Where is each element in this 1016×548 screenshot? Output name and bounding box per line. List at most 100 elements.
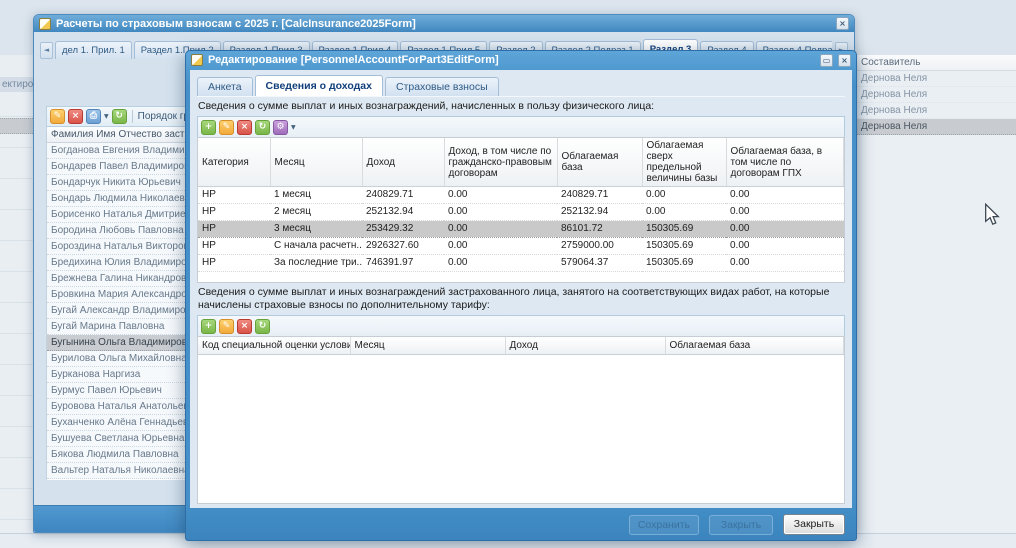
background-grid: Составитель Дернова Неля Дернова Неля Де… — [857, 55, 1016, 533]
modal-restore-icon[interactable]: ▭ — [820, 53, 833, 67]
column-header-month[interactable]: Месяц — [350, 337, 506, 355]
income-table: Категория Месяц Доход Доход, в том числе… — [198, 138, 844, 272]
income-table-row[interactable]: НР 2 месяц 252132.94 0.00 252132.94 0.00… — [198, 203, 844, 221]
edit-icon[interactable]: ✎ — [219, 318, 234, 334]
close-button[interactable]: Закрыть — [783, 514, 845, 535]
cell-income-gpc: 0.00 — [444, 254, 557, 272]
edit-form-icon — [191, 54, 203, 66]
cell-base-gpc: 0.00 — [726, 237, 844, 255]
cell-income-gpc: 0.00 — [444, 186, 557, 204]
form-icon — [39, 17, 51, 30]
refresh-icon[interactable]: ↻ — [255, 119, 270, 135]
modal-content: Анкета Сведения о доходах Страховые взно… — [190, 70, 852, 508]
modal-tabs: Анкета Сведения о доходах Страховые взно… — [197, 75, 845, 97]
column-header-income[interactable]: Доход — [362, 138, 445, 187]
composer-rows: Дернова Неля Дернова Неля Дернова Неля Д… — [857, 71, 1016, 135]
cell-category: НР — [198, 203, 270, 221]
income-table-row[interactable]: НР 3 месяц 253429.32 0.00 86101.72 15030… — [198, 220, 844, 238]
mouse-cursor — [985, 203, 1000, 226]
cell-income: 2926327.60 — [362, 237, 444, 255]
column-header-assessment-code[interactable]: Код специальной оценки условий т... — [198, 337, 351, 355]
cell-over-limit: 150305.69 — [642, 254, 726, 272]
column-header-income[interactable]: Доход — [505, 337, 666, 355]
refresh-icon[interactable]: ↻ — [255, 318, 270, 334]
cell-category: НР — [198, 186, 270, 204]
delete-icon[interactable]: × — [68, 109, 83, 124]
modal-tab[interactable]: Анкета — [197, 77, 253, 96]
cell-taxable-base: 2759000.00 — [557, 237, 642, 255]
cell-income-gpc: 0.00 — [444, 203, 557, 221]
cell-month: За последние три... — [270, 254, 362, 272]
column-header-taxable-base[interactable]: Облагаемая база — [665, 337, 844, 355]
cell-taxable-base: 579064.37 — [557, 254, 642, 272]
tab-scroll-left-icon[interactable]: ◄ — [40, 42, 53, 59]
main-window-titlebar: Расчеты по страховым взносам с 2025 г. [… — [34, 15, 854, 32]
main-window-title: Расчеты по страховым взносам с 2025 г. [… — [56, 17, 416, 30]
special-assessment-table: Код специальной оценки условий т... Меся… — [198, 337, 844, 355]
cell-month: С начала расчетн... — [270, 237, 362, 255]
cell-income: 253429.32 — [362, 220, 444, 238]
cell-income: 252132.94 — [362, 203, 444, 221]
cell-over-limit: 0.00 — [642, 186, 726, 204]
cell-income-gpc: 0.00 — [444, 237, 557, 255]
cell-base-gpc: 0.00 — [726, 203, 844, 221]
background-window-left-edge: ектиров — [0, 55, 33, 533]
modal-tab[interactable]: Сведения о доходах — [254, 75, 383, 96]
edit-icon[interactable]: ✎ — [50, 109, 65, 124]
cell-base-gpc: 0.00 — [726, 254, 844, 272]
income-table-row[interactable]: НР С начала расчетн... 2926327.60 0.00 2… — [198, 237, 844, 255]
income-table-row[interactable]: НР 1 месяц 240829.71 0.00 240829.71 0.00… — [198, 186, 844, 204]
section-tab[interactable]: дел 1. Прил. 1 — [55, 41, 132, 59]
cell-month: 2 месяц — [270, 203, 362, 221]
column-header-income-gpc[interactable]: Доход, в том числе по гражданско-правовы… — [444, 138, 558, 187]
column-header-month[interactable]: Месяц — [270, 138, 363, 187]
composer-row[interactable]: Дернова Неля — [857, 71, 1016, 87]
modal-footer: Сохранить Закрыть Закрыть — [186, 509, 856, 540]
delete-icon[interactable]: × — [237, 318, 252, 334]
modal-tab[interactable]: Страховые взносы — [384, 77, 499, 96]
special-table-panel: Код специальной оценки условий т... Меся… — [197, 336, 845, 504]
print-icon[interactable]: ⎙ — [86, 109, 101, 124]
column-header-taxable-base[interactable]: Облагаемая база — [557, 138, 643, 187]
close-button-disabled: Закрыть — [709, 514, 773, 535]
background-left-text: ектиров — [0, 77, 33, 92]
cell-category: НР — [198, 220, 270, 238]
toolbar-separator — [131, 110, 133, 123]
cell-taxable-base: 240829.71 — [557, 186, 642, 204]
cell-income: 746391.97 — [362, 254, 444, 272]
cell-over-limit: 150305.69 — [642, 220, 726, 238]
composer-row[interactable]: Дернова Неля — [857, 103, 1016, 119]
save-button: Сохранить — [628, 514, 699, 535]
cell-category: НР — [198, 254, 270, 272]
print-menu-caret-icon[interactable]: ▼ — [104, 113, 109, 120]
cell-base-gpc: 0.00 — [726, 186, 844, 204]
edit-modal: Редактирование [PersonnelAccountForPart3… — [185, 50, 857, 541]
add-icon[interactable]: + — [201, 119, 216, 135]
edit-icon[interactable]: ✎ — [219, 119, 234, 135]
composer-row[interactable]: Дернова Неля — [857, 87, 1016, 103]
income-table-row[interactable]: НР За последние три... 746391.97 0.00 57… — [198, 254, 844, 272]
cell-category: НР — [198, 237, 270, 255]
special-toolbar: + ✎ × ↻ — [197, 315, 845, 337]
modal-title: Редактирование [PersonnelAccountForPart3… — [208, 54, 499, 66]
cell-over-limit: 0.00 — [642, 203, 726, 221]
add-icon[interactable]: + — [201, 318, 216, 334]
composer-row[interactable]: Дернова Неля — [857, 119, 1016, 135]
composer-column-header[interactable]: Составитель — [857, 55, 1016, 71]
actions-caret-icon[interactable]: ▼ — [291, 124, 296, 131]
income-section-label: Сведения о сумме выплат и иных вознаграж… — [198, 100, 655, 112]
modal-close-icon[interactable]: × — [838, 53, 851, 67]
main-window-close-icon[interactable]: × — [836, 17, 849, 30]
cell-income-gpc: 0.00 — [444, 220, 557, 238]
modal-titlebar: Редактирование [PersonnelAccountForPart3… — [186, 51, 856, 69]
delete-icon[interactable]: × — [237, 119, 252, 135]
refresh-icon[interactable]: ↻ — [111, 109, 127, 124]
cell-taxable-base: 252132.94 — [557, 203, 642, 221]
cell-month: 3 месяц — [270, 220, 362, 238]
column-header-over-limit[interactable]: Облагаемая сверх предельной величины баз… — [642, 138, 727, 187]
income-table-panel: Категория Месяц Доход Доход, в том числе… — [197, 137, 845, 283]
column-header-category[interactable]: Категория — [198, 138, 271, 187]
background-left-selected-row — [0, 118, 33, 134]
actions-icon[interactable]: ⚙ — [273, 119, 288, 135]
column-header-base-gpc[interactable]: Облагаемая база, в том числе по договора… — [726, 138, 844, 187]
